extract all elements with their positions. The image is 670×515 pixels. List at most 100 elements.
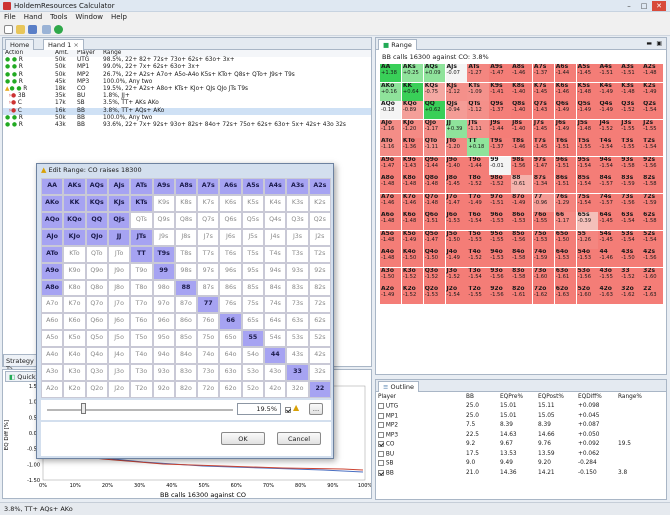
edit-cell-92o[interactable]: 92o	[152, 381, 175, 398]
edit-cell-55[interactable]: 55	[241, 330, 265, 348]
edit-cell-J3o[interactable]: J3o	[107, 364, 131, 382]
range-cell-QTo[interactable]: QTo -1.11	[423, 138, 446, 157]
tab-range[interactable]: ■ Range	[378, 39, 417, 50]
edit-cell-64o[interactable]: 64o	[219, 347, 242, 365]
edit-cell-94s[interactable]: 94s	[264, 262, 287, 280]
range-cell-A9s[interactable]: A9s -1.47	[489, 64, 511, 83]
cancel-button[interactable]: Cancel	[277, 432, 321, 445]
edit-cell-32s[interactable]: 32s	[308, 364, 331, 382]
range-cell-K4s[interactable]: K4s -1.49	[598, 82, 620, 101]
edit-cell-J9s[interactable]: J9s	[152, 228, 175, 246]
range-cell-K9o[interactable]: K9o -1.43	[401, 156, 424, 175]
range-cell-JJ[interactable]: JJ +0.39	[445, 119, 467, 138]
range-cell-J9s[interactable]: J9s -1.44	[489, 119, 511, 138]
range-cell-T8s[interactable]: T8s -1.46	[511, 138, 533, 157]
range-cell-A8s[interactable]: A8s -1.46	[511, 64, 533, 83]
edit-cell-KJo[interactable]: KJo	[63, 228, 86, 246]
range-cell-87o[interactable]: 87o -1.49	[511, 193, 533, 212]
edit-cell-ATs[interactable]: ATs	[130, 178, 153, 195]
table-row[interactable]: ● ● R 50k UTG 98.5%, 22+ 82+ 72s+ 73o+ 62s+…	[3, 57, 371, 64]
edit-cell-52s[interactable]: 52s	[308, 330, 331, 348]
range-cell-32o[interactable]: 32o -1.62	[620, 286, 642, 305]
edit-cell-T3s[interactable]: T3s	[286, 245, 309, 263]
edit-cell-A4o[interactable]: A4o	[41, 347, 64, 365]
edit-cell-65o[interactable]: 65o	[219, 330, 242, 348]
edit-cell-K8s[interactable]: K8s	[174, 194, 198, 212]
edit-cell-T3o[interactable]: T3o	[130, 364, 153, 382]
range-cell-ATo[interactable]: ATo -1.16	[380, 138, 402, 157]
range-cell-97s[interactable]: 97s -1.47	[532, 156, 555, 175]
col-bb[interactable]: BB	[464, 392, 498, 402]
range-cell-55[interactable]: 55 -1.26	[576, 230, 598, 249]
edit-cell-J3s[interactable]: J3s	[286, 228, 309, 246]
range-cell-J8o[interactable]: J8o -1.45	[445, 175, 467, 194]
menu-window[interactable]: Window	[71, 12, 107, 22]
edit-cell-Q8o[interactable]: Q8o	[85, 279, 108, 297]
range-cell-T7s[interactable]: T7s -1.45	[532, 138, 555, 157]
range-cell-T2o[interactable]: T2o -1.55	[467, 286, 489, 305]
range-cell-66[interactable]: 66 -1.17	[554, 212, 577, 231]
range-cell-KJo[interactable]: KJo -1.20	[401, 119, 424, 138]
edit-cell-K8o[interactable]: K8o	[63, 279, 86, 297]
edit-cell-T7s[interactable]: T7s	[197, 245, 220, 263]
col-range-pct[interactable]: Range%	[616, 392, 666, 402]
edit-cell-Q7s[interactable]: Q7s	[197, 211, 220, 229]
range-cell-Q7s[interactable]: Q7s -1.43	[532, 101, 555, 120]
menu-button[interactable]: …	[309, 403, 323, 415]
edit-cell-K6s[interactable]: K6s	[219, 194, 242, 212]
range-cell-Q6o[interactable]: Q6o -1.51	[423, 212, 446, 231]
range-cell-K7o[interactable]: K7o -1.46	[401, 193, 424, 212]
edit-cell-93s[interactable]: 93s	[286, 262, 309, 280]
edit-cell-J4o[interactable]: J4o	[107, 347, 131, 365]
edit-cell-T9o[interactable]: T9o	[130, 262, 153, 280]
percent-input[interactable]: 19.5%	[237, 403, 281, 415]
range-cell-T7o[interactable]: T7o -1.49	[467, 193, 489, 212]
range-cell-K7s[interactable]: K7s -1.45	[532, 82, 555, 101]
menu-tools[interactable]: Tools	[46, 12, 71, 22]
edit-cell-K6o[interactable]: K6o	[63, 313, 86, 331]
menu-file[interactable]: File	[0, 12, 20, 22]
edit-cell-72o[interactable]: 72o	[197, 381, 220, 398]
edit-cell-K4o[interactable]: K4o	[63, 347, 86, 365]
edit-cell-T4s[interactable]: T4s	[264, 245, 287, 263]
edit-cell-94o[interactable]: 94o	[152, 347, 175, 365]
range-slider-thumb[interactable]	[81, 403, 86, 414]
range-cell-J4s[interactable]: J4s -1.52	[598, 119, 620, 138]
edit-cell-72s[interactable]: 72s	[308, 296, 331, 314]
edit-cell-K5o[interactable]: K5o	[63, 330, 86, 348]
range-cell-Q3s[interactable]: Q3s -1.52	[620, 101, 642, 120]
edit-cell-Q3s[interactable]: Q3s	[286, 211, 309, 229]
range-cell-Q9s[interactable]: Q9s -1.37	[489, 101, 511, 120]
range-cell-Q9o[interactable]: Q9o -1.44	[423, 156, 446, 175]
tab-outline[interactable]: ≡ Outline	[378, 381, 420, 392]
edit-cell-95o[interactable]: 95o	[152, 330, 175, 348]
range-cell-22[interactable]: 22 -1.63	[642, 286, 664, 305]
edit-cell-JJ[interactable]: JJ	[107, 228, 131, 246]
edit-cell-88[interactable]: 88	[174, 279, 198, 297]
edit-cell-Q4s[interactable]: Q4s	[264, 211, 287, 229]
edit-cell-82s[interactable]: 82s	[308, 279, 331, 297]
edit-cell-Q6o[interactable]: Q6o	[85, 313, 108, 331]
edit-cell-73s[interactable]: 73s	[286, 296, 309, 314]
edit-cell-T5s[interactable]: T5s	[241, 245, 265, 263]
col-eqpre[interactable]: EQPre%	[498, 392, 536, 402]
edit-cell-73o[interactable]: 73o	[197, 364, 220, 382]
edit-cell-Q5s[interactable]: Q5s	[241, 211, 265, 229]
maximize-button[interactable]: □	[637, 1, 651, 11]
range-cell-J2s[interactable]: J2s -1.55	[642, 119, 664, 138]
lock-checkbox[interactable]	[285, 407, 291, 413]
range-cell-K3o[interactable]: K3o -1.52	[401, 267, 424, 286]
range-cell-T4o[interactable]: T4o -1.52	[467, 249, 489, 268]
edit-cell-75o[interactable]: 75o	[197, 330, 220, 348]
edit-cell-A2s[interactable]: A2s	[308, 178, 331, 195]
range-cell-Q8o[interactable]: Q8o -1.48	[423, 175, 446, 194]
edit-cell-98o[interactable]: 98o	[152, 279, 175, 297]
range-cell-K6s[interactable]: K6s -1.46	[554, 82, 577, 101]
table-row[interactable]: ● ● R 43k BB 93.6%, 22+ 7x+ 92s+ 93o+ 82s+ …	[3, 122, 371, 129]
range-cell-62s[interactable]: 62s -1.58	[642, 212, 664, 231]
range-cell-53s[interactable]: 53s -1.54	[620, 230, 642, 249]
range-cell-KJs[interactable]: KJs -1.12	[445, 82, 467, 101]
edit-cell-Q2s[interactable]: Q2s	[308, 211, 331, 229]
edit-cell-AQo[interactable]: AQo	[41, 211, 64, 229]
edit-cell-J6s[interactable]: J6s	[219, 228, 242, 246]
